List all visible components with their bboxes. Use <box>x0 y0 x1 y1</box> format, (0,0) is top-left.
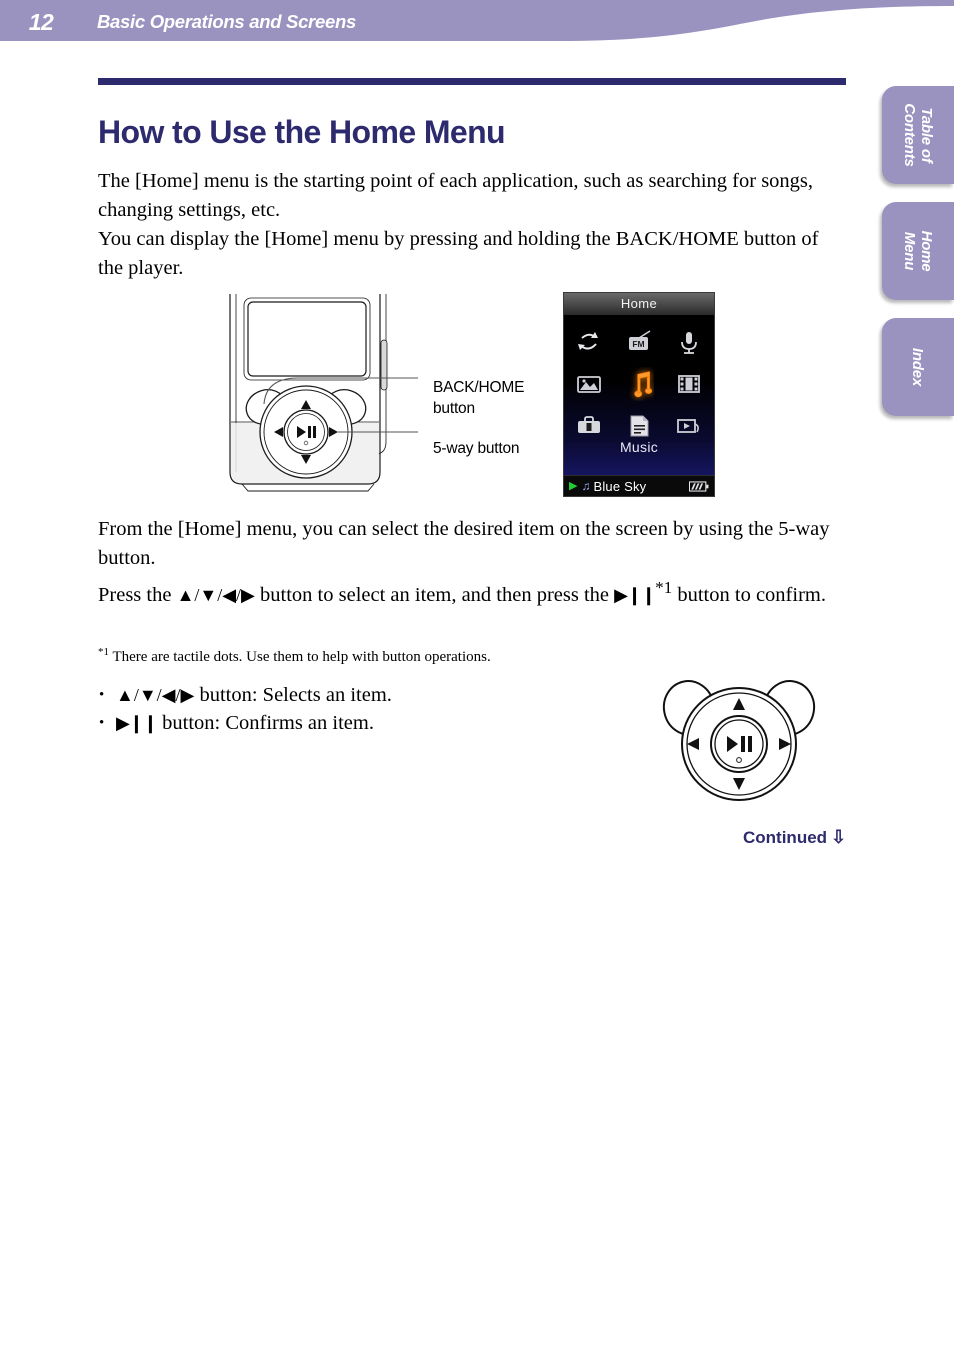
chapter-title: Basic Operations and Screens <box>97 11 356 32</box>
video-film-icon[interactable] <box>674 369 704 399</box>
fm-radio-icon[interactable]: FM <box>624 327 654 357</box>
screen-title: Home <box>564 293 714 315</box>
continued-marker: Continued ⇩ <box>743 827 846 848</box>
home-icon-grid: FM <box>564 321 714 447</box>
section-rule <box>98 78 846 85</box>
intro-paragraph: The [Home] menu is the starting point of… <box>98 169 819 279</box>
screen-status-bar: ▶ ♫ Blue Sky <box>564 475 714 496</box>
play-indicator-icon: ▶ <box>569 479 578 492</box>
down-arrow-icon: ⇩ <box>831 827 847 847</box>
now-playing-title: Blue Sky <box>593 478 647 494</box>
microphone-icon[interactable] <box>674 327 704 357</box>
side-tab-strip: Table of Contents Home Menu Index <box>882 86 954 434</box>
sidebar-item-home-menu[interactable]: Home Menu <box>882 202 954 300</box>
page-number: 12 <box>28 9 54 35</box>
play-pause-glyph: ▶❙❙ <box>614 584 656 605</box>
sidebar-item-index[interactable]: Index <box>882 318 954 416</box>
music-note-icon[interactable] <box>624 369 654 399</box>
player-illustration <box>229 294 418 492</box>
continued-label: Continued <box>743 828 828 847</box>
screen-body: FM Music <box>564 315 714 475</box>
footnote-marker: *1 <box>98 646 109 658</box>
music-note-icon: ♫ <box>581 479 591 493</box>
dpad-arrows-glyph: ▲/▼/◀/▶ <box>176 584 255 605</box>
toolbox-icon[interactable] <box>574 411 604 441</box>
list-item: ▶❙❙ button: Confirms an item. <box>98 709 578 737</box>
callout-5way-button: 5-way button <box>433 440 520 457</box>
sidebar-item-label: Table of Contents <box>901 103 935 167</box>
svg-text:FM: FM <box>632 339 644 349</box>
selected-item-label: Music <box>619 439 659 455</box>
list-item-label: button: Confirms an item. <box>157 712 374 734</box>
press-prefix: Press the <box>98 583 177 606</box>
footnote: *1 There are tactile dots. Use them to h… <box>98 642 846 667</box>
callout-back-home-button: BACK/HOME button <box>433 379 525 417</box>
list-item-label: button: Selects an item. <box>194 684 392 706</box>
photo-icon[interactable] <box>574 369 604 399</box>
select-paragraph: From the [Home] menu, you can select the… <box>98 515 846 610</box>
home-menu-screenshot: Home FM Music ▶ ♫ Blue Sky <box>563 292 715 497</box>
sidebar-item-label: Index <box>909 347 927 387</box>
select-paragraph-line1: From the [Home] menu, you can select the… <box>98 518 830 569</box>
button-function-list: ▲/▼/◀/▶ button: Selects an item. ▶❙❙ but… <box>98 681 578 737</box>
page-header: 12 Basic Operations and Screens <box>0 0 954 48</box>
press-middle: button to select an item, and then press… <box>254 583 615 606</box>
press-suffix: button to confirm. <box>672 583 826 606</box>
footnote-text: There are tactile dots. Use them to help… <box>112 649 491 665</box>
document-icon[interactable] <box>624 411 654 441</box>
play-pause-glyph: ▶❙❙ <box>116 713 158 733</box>
five-way-button-diagram <box>662 680 816 801</box>
sidebar-item-table-of-contents[interactable]: Table of Contents <box>882 86 954 184</box>
battery-icon <box>689 480 709 492</box>
sidebar-item-label: Home Menu <box>901 230 935 272</box>
playlist-icon[interactable] <box>674 411 704 441</box>
footnote-ref: *1 <box>655 578 673 597</box>
dpad-arrows-glyph: ▲/▼/◀/▶ <box>116 685 195 705</box>
list-item: ▲/▼/◀/▶ button: Selects an item. <box>98 681 578 709</box>
page-title: How to Use the Home Menu <box>98 114 506 151</box>
loop-arrow-icon[interactable] <box>574 327 604 357</box>
